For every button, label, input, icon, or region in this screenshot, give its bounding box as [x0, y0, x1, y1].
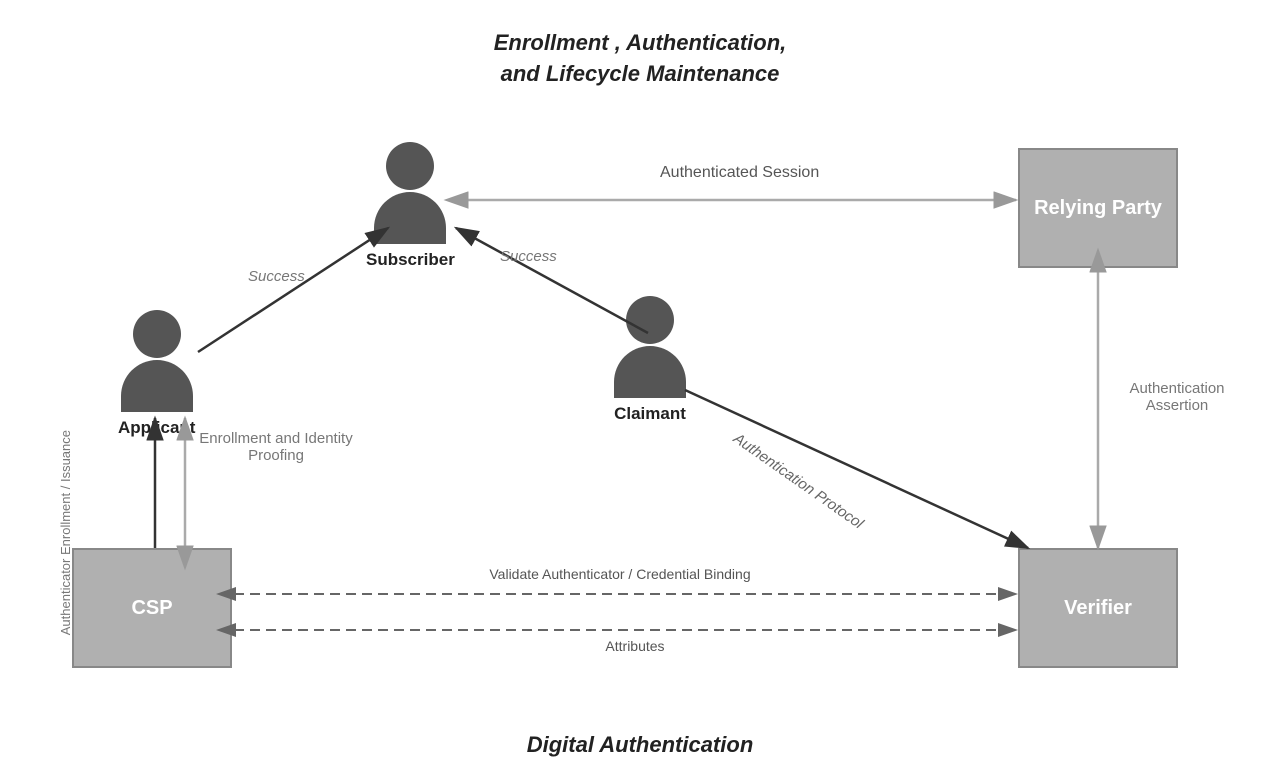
title-bottom: Digital Authentication — [527, 732, 754, 758]
relying-party-box: Relying Party — [1018, 148, 1178, 268]
diagram-container: Enrollment , Authentication, and Lifecyc… — [0, 0, 1280, 780]
applicant-label: Applicant — [118, 418, 195, 438]
subscriber-person: Subscriber — [366, 142, 455, 270]
claimant-person: Claimant — [614, 296, 686, 424]
csp-box: CSP — [72, 548, 232, 668]
claimant-head — [626, 296, 674, 344]
authenticator-enrollment-label: Authenticator Enrollment / Issuance — [58, 430, 78, 635]
applicant-head — [133, 310, 181, 358]
authentication-protocol-label: Authentication Protocol — [730, 430, 866, 532]
claimant-body — [614, 346, 686, 398]
subscriber-label: Subscriber — [366, 250, 455, 270]
title-top: Enrollment , Authentication, and Lifecyc… — [494, 28, 787, 90]
validate-authenticator-label: Validate Authenticator / Credential Bind… — [420, 566, 820, 582]
success-right-label: Success — [500, 248, 557, 265]
subscriber-head — [386, 142, 434, 190]
authenticated-session-label: Authenticated Session — [660, 164, 819, 182]
verifier-box: Verifier — [1018, 548, 1178, 668]
applicant-to-subscriber-arrow — [198, 228, 388, 352]
applicant-body — [121, 360, 193, 412]
attributes-label: Attributes — [560, 638, 710, 654]
subscriber-body — [374, 192, 446, 244]
success-left-label: Success — [248, 268, 305, 285]
authentication-assertion-label: Authentication Assertion — [1112, 380, 1242, 414]
enrollment-identity-label: Enrollment and Identity Proofing — [196, 430, 356, 464]
applicant-person: Applicant — [118, 310, 195, 438]
claimant-label: Claimant — [614, 404, 686, 424]
